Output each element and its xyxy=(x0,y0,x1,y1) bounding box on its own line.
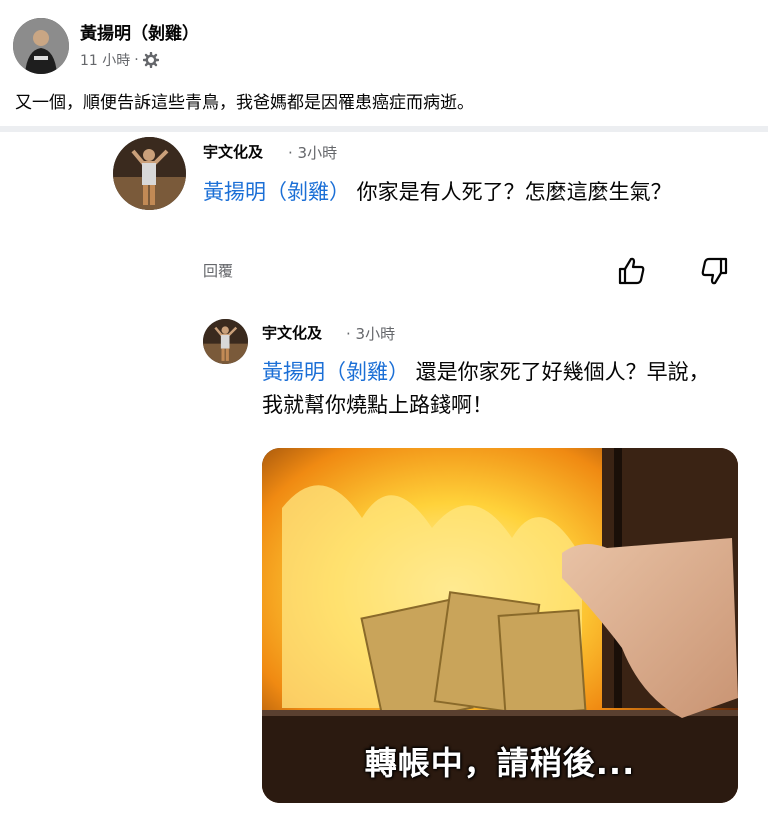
gear-icon[interactable] xyxy=(142,51,159,69)
comment1-avatar[interactable] xyxy=(113,137,186,210)
comment2-body: 黃揚明（剝雞） 還是你家死了好幾個人？早說，我就幫你燒點上路錢啊！ xyxy=(262,356,722,422)
comment1-author[interactable]: 宇文化及 xyxy=(203,141,263,162)
comment2-mention[interactable]: 黃揚明（剝雞） xyxy=(262,360,409,384)
post-card: 黃揚明（剝雞） 11 小時 · 又一個，順便告訴這些青鳥，我爸媽都是因罹患癌症而… xyxy=(0,0,768,126)
comment1-mention[interactable]: 黃揚明（剝雞） xyxy=(203,180,350,204)
comment2-avatar-image xyxy=(203,319,248,364)
comment2-avatar[interactable] xyxy=(203,319,248,364)
comment1-body: 黃揚明（剝雞） 你家是有人死了？怎麼這麼生氣？ xyxy=(203,176,748,209)
post-text: 又一個，順便告訴這些青鳥，我爸媽都是因罹患癌症而病逝。 xyxy=(15,93,474,113)
meta-separator: · xyxy=(134,52,139,68)
poster-avatar[interactable] xyxy=(13,18,69,74)
comment2-author[interactable]: 宇文化及 xyxy=(262,322,322,343)
like-icon[interactable] xyxy=(614,254,648,288)
section-divider xyxy=(0,126,768,132)
image-caption: 轉帳中，請稍後... xyxy=(364,744,636,782)
comment1-avatar-image xyxy=(113,137,186,210)
reply-button[interactable]: 回覆 xyxy=(203,260,233,281)
comment2-time[interactable]: · 3小時 xyxy=(346,323,395,344)
comment2-image[interactable]: 轉帳中，請稍後... xyxy=(262,448,738,803)
poster-name[interactable]: 黃揚明（剝雞） xyxy=(80,19,199,44)
dislike-icon[interactable] xyxy=(698,254,732,288)
comment1-text: 你家是有人死了？怎麼這麼生氣？ xyxy=(350,180,672,204)
poster-avatar-image xyxy=(13,18,69,74)
post-time[interactable]: 11 小時 xyxy=(80,50,130,70)
post-meta: 11 小時 · xyxy=(80,50,159,70)
comment1-time[interactable]: · 3小時 xyxy=(288,142,337,163)
